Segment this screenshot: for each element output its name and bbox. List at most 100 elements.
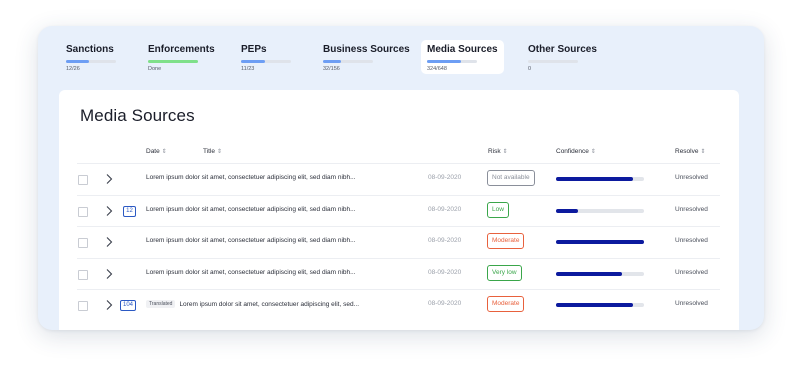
risk-badge: Low (487, 201, 509, 218)
column-confidence[interactable]: Confidence ⇕ (556, 148, 596, 155)
risk-badge: Very low (487, 264, 522, 281)
risk-badge: Moderate (487, 233, 525, 249)
row-checkbox[interactable] (78, 175, 88, 185)
tab-peps[interactable]: PEPs 11/23 (241, 40, 291, 74)
chevron-right-icon[interactable] (104, 268, 114, 280)
tab-business-sources[interactable]: Business Sources 32/156 (323, 40, 410, 74)
tab-count: 12/26 (66, 66, 80, 72)
screening-card: Sanctions 12/26 Enforcements Done PEPs 11/23 B… (38, 26, 764, 330)
tab-progress-bar (241, 60, 291, 63)
sort-icon: ⇕ (502, 149, 508, 155)
resolve-status[interactable]: Unresolved (675, 206, 708, 213)
row-title-text: Lorem ipsum dolor sit amet, consectetuer… (146, 268, 356, 276)
tab-count: 32/156 (323, 66, 340, 72)
table-row[interactable]: Lorem ipsum dolor sit amet, consectetuer… (77, 257, 720, 290)
tab-progress-bar (323, 60, 373, 63)
tab-progress-fill (66, 60, 89, 63)
row-title[interactable]: Lorem ipsum dolor sit amet, consectetuer… (146, 269, 356, 276)
sort-icon: ⇕ (590, 149, 596, 155)
tab-count: 0 (528, 66, 532, 72)
match-count-badge: 104 (120, 300, 137, 311)
tab-progress-fill (427, 60, 461, 63)
column-title[interactable]: Title ⇕ (203, 148, 222, 155)
table-row[interactable]: 12 Lorem ipsum dolor sit amet, consectetu… (77, 194, 720, 227)
chevron-right-icon[interactable] (104, 173, 114, 185)
tab-other-sources[interactable]: Other Sources 0 (528, 40, 597, 74)
confidence-fill (556, 208, 578, 213)
column-confidence-label: Confidence (556, 148, 589, 155)
tab-progress-bar (528, 60, 578, 63)
row-title[interactable]: Translated Lorem ipsum dolor sit amet, co… (146, 300, 359, 308)
confidence-bar (556, 271, 644, 276)
row-date: 08-09-2020 (428, 300, 462, 307)
tab-label: Other Sources (528, 44, 597, 55)
tab-label: Business Sources (323, 44, 410, 55)
row-checkbox[interactable] (78, 269, 88, 280)
table-header: Date ⇕ Title ⇕ Risk ⇕ Confidence ⇕ Resolve ⇕ (59, 145, 739, 161)
column-resolve-label: Resolve (675, 148, 699, 155)
tab-label: PEPs (241, 44, 267, 55)
sort-icon: ⇕ (700, 149, 706, 155)
row-title-text: Lorem ipsum dolor sit amet, consectetuer… (146, 237, 356, 244)
column-risk[interactable]: Risk ⇕ (488, 148, 508, 155)
confidence-bar (556, 177, 644, 181)
sort-icon: ⇕ (161, 149, 167, 155)
tab-label: Sanctions (66, 44, 114, 55)
tab-count: 324/648 (427, 66, 447, 72)
confidence-bar (556, 303, 644, 307)
column-date-label: Date (146, 148, 160, 155)
confidence-fill (556, 271, 622, 276)
tab-count: 11/23 (241, 66, 255, 72)
column-risk-label: Risk (488, 148, 501, 155)
risk-badge: Not available (487, 170, 535, 186)
page-title: Media Sources (80, 106, 195, 125)
tab-progress-bar (427, 60, 477, 63)
translated-badge: Translated (146, 300, 176, 308)
resolve-status[interactable]: Unresolved (675, 174, 708, 181)
confidence-fill (556, 240, 644, 244)
tab-media-sources[interactable]: Media Sources 324/648 (421, 40, 504, 74)
row-checkbox[interactable] (78, 206, 88, 217)
confidence-bar (556, 240, 644, 244)
row-checkbox[interactable] (78, 238, 88, 248)
tab-count: Done (148, 66, 162, 72)
tab-progress-bar (148, 60, 198, 63)
row-checkbox[interactable] (78, 301, 88, 311)
tab-enforcements[interactable]: Enforcements Done (148, 40, 215, 74)
row-title[interactable]: Lorem ipsum dolor sit amet, consectetuer… (146, 206, 356, 213)
row-title[interactable]: Lorem ipsum dolor sit amet, consectetuer… (146, 237, 356, 244)
resolve-status[interactable]: Unresolved (675, 269, 708, 276)
tab-progress-bar (66, 60, 116, 63)
match-count-badge: 12 (123, 205, 136, 217)
tab-progress-fill (148, 60, 198, 63)
tab-progress-fill (241, 60, 265, 63)
row-title[interactable]: Lorem ipsum dolor sit amet, consectetuer… (146, 174, 356, 181)
column-date[interactable]: Date ⇕ (146, 148, 167, 155)
source-tabs: Sanctions 12/26 Enforcements Done PEPs 11/23 B… (38, 26, 764, 88)
risk-badge: Moderate (487, 296, 525, 312)
tab-progress-fill (323, 60, 341, 63)
chevron-right-icon[interactable] (104, 205, 114, 217)
chevron-right-icon[interactable] (104, 299, 114, 311)
resolve-status[interactable]: Unresolved (675, 300, 708, 307)
confidence-bar (556, 208, 644, 213)
tab-sanctions[interactable]: Sanctions 12/26 (66, 40, 116, 74)
table-row[interactable]: Lorem ipsum dolor sit amet, consectetuer… (77, 226, 720, 258)
row-date: 08-09-2020 (428, 205, 462, 213)
confidence-fill (556, 303, 634, 307)
sort-icon: ⇕ (217, 149, 223, 155)
table-row[interactable]: Lorem ipsum dolor sit amet, consectetuer… (77, 163, 720, 195)
row-title-text: Lorem ipsum dolor sit amet, consectetuer… (179, 301, 359, 308)
tab-label: Enforcements (148, 44, 215, 55)
column-title-label: Title (203, 148, 216, 155)
confidence-fill (556, 177, 634, 181)
resolve-status[interactable]: Unresolved (675, 237, 708, 244)
chevron-right-icon[interactable] (104, 236, 114, 248)
column-resolve[interactable]: Resolve ⇕ (675, 148, 706, 155)
tab-label: Media Sources (427, 44, 498, 55)
row-date: 08-09-2020 (428, 268, 462, 276)
media-sources-panel: Media Sources Date ⇕ Title ⇕ Risk ⇕ Confide… (59, 90, 739, 330)
table-row[interactable]: 104 Translated Lorem ipsum dolor sit amet,… (77, 289, 720, 321)
row-title-text: Lorem ipsum dolor sit amet, consectetuer… (146, 174, 356, 181)
row-date: 08-09-2020 (428, 237, 462, 244)
